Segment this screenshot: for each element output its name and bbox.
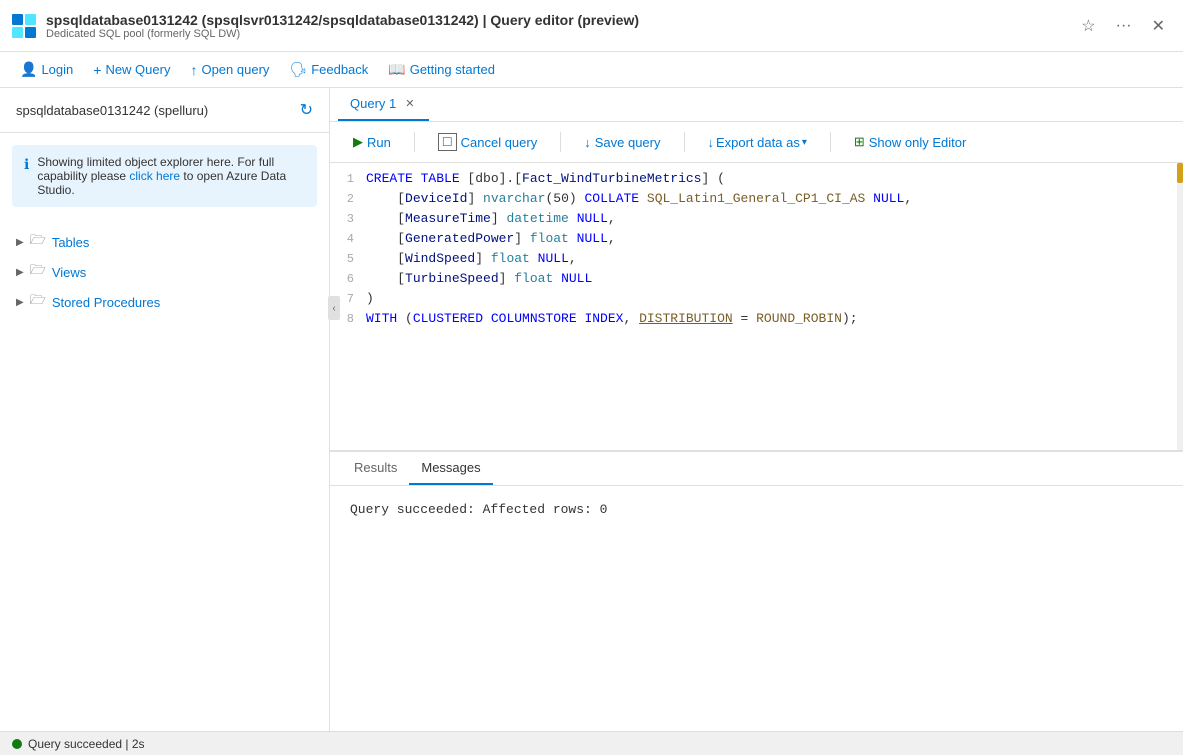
cancel-icon: ☐ <box>438 133 457 151</box>
info-text: Showing limited object explorer here. Fo… <box>37 155 305 197</box>
results-tab-messages[interactable]: Messages <box>409 452 492 485</box>
toolbar-divider-2 <box>560 132 561 152</box>
line-number-6: 6 <box>330 271 366 286</box>
stored-procedures-label: Stored Procedures <box>52 295 160 310</box>
plus-icon: + <box>93 62 101 78</box>
tables-label: Tables <box>52 235 90 250</box>
person-icon: 👤 <box>20 61 37 78</box>
book-icon: 📖 <box>388 61 405 78</box>
sidebar-db-name: spsqldatabase0131242 (spelluru) <box>16 103 208 118</box>
expand-arrow-procs: ▶ <box>16 297 24 308</box>
views-label: Views <box>52 265 86 280</box>
login-button[interactable]: 👤 Login <box>12 57 81 82</box>
toolbar-divider-1 <box>414 132 415 152</box>
line-content-4: [GeneratedPower] float NULL, <box>366 231 1183 246</box>
grid-icon: ⊞ <box>854 134 865 150</box>
code-line-3: 3 [MeasureTime] datetime NULL, <box>330 211 1183 231</box>
folder-icon-views: 🗁 <box>30 261 46 283</box>
save-query-button[interactable]: ↓ Save query <box>573 130 671 155</box>
line-number-5: 5 <box>330 251 366 266</box>
line-content-5: [WindSpeed] float NULL, <box>366 251 1183 266</box>
export-icon: ↓ <box>708 135 715 150</box>
feedback-icon: 🗣 <box>289 61 307 78</box>
code-line-8: 8 WITH (CLUSTERED COLUMNSTORE INDEX, DIS… <box>330 311 1183 331</box>
collapse-handle[interactable]: ‹ <box>328 296 340 320</box>
code-line-5: 5 [WindSpeed] float NULL, <box>330 251 1183 271</box>
sidebar-item-stored-procedures[interactable]: ▶ 🗁 Stored Procedures <box>0 287 329 317</box>
new-query-button[interactable]: + New Query <box>85 58 178 82</box>
line-content-2: [DeviceId] nvarchar(50) COLLATE SQL_Lati… <box>366 191 1183 206</box>
folder-icon-tables: 🗁 <box>30 231 46 253</box>
results-content: Query succeeded: Affected rows: 0 <box>330 486 1183 731</box>
query-toolbar: ▶ Run ☐ Cancel query ↓ Save query ↓ Expo… <box>330 122 1183 163</box>
upload-icon: ↑ <box>190 62 197 78</box>
status-bar: Query succeeded | 2s <box>0 731 1183 755</box>
line-content-8: WITH (CLUSTERED COLUMNSTORE INDEX, DISTR… <box>366 311 1183 326</box>
line-number-4: 4 <box>330 231 366 246</box>
line-content-6: [TurbineSpeed] float NULL <box>366 271 1183 286</box>
run-icon: ▶ <box>353 134 363 150</box>
line-number-1: 1 <box>330 171 366 186</box>
show-editor-button[interactable]: ⊞ Show only Editor <box>843 129 977 155</box>
line-content-1: CREATE TABLE [dbo].[Fact_WindTurbineMetr… <box>366 171 1183 186</box>
window-title: spsqldatabase0131242 (spsqlsvr0131242/sp… <box>46 12 1075 28</box>
azure-logo <box>12 14 36 38</box>
cancel-query-button[interactable]: ☐ Cancel query <box>427 128 548 156</box>
open-query-button[interactable]: ↑ Open query <box>182 58 277 82</box>
folder-icon-procs: 🗁 <box>30 291 46 313</box>
scrollbar-thumb[interactable] <box>1177 163 1183 183</box>
dropdown-arrow-icon: ▾ <box>802 137 807 148</box>
toolbar-divider-3 <box>684 132 685 152</box>
code-line-6: 6 [TurbineSpeed] float NULL <box>330 271 1183 291</box>
status-text: Query succeeded | 2s <box>28 737 145 751</box>
line-content-3: [MeasureTime] datetime NULL, <box>366 211 1183 226</box>
expand-arrow-tables: ▶ <box>16 237 24 248</box>
editor-scrollbar[interactable] <box>1177 163 1183 450</box>
info-icon: ℹ <box>24 156 29 197</box>
top-toolbar: 👤 Login + New Query ↑ Open query 🗣 Feedb… <box>0 52 1183 88</box>
code-editor[interactable]: 1 CREATE TABLE [dbo].[Fact_WindTurbineMe… <box>330 163 1183 451</box>
results-tab-results[interactable]: Results <box>342 452 409 485</box>
line-content-7: ) <box>366 291 1183 306</box>
query-tab-label: Query 1 <box>350 96 396 111</box>
success-message: Query succeeded: Affected rows: 0 <box>350 502 1163 517</box>
sidebar-item-views[interactable]: ▶ 🗁 Views <box>0 257 329 287</box>
toolbar-divider-4 <box>830 132 831 152</box>
status-dot <box>12 739 22 749</box>
close-button[interactable]: ✕ <box>1146 14 1171 38</box>
object-explorer: ▶ 🗁 Tables ▶ 🗁 Views ▶ 🗁 Stored Procedur… <box>0 219 329 325</box>
main-content: spsqldatabase0131242 (spelluru) ↻ ℹ Show… <box>0 88 1183 731</box>
title-text: spsqldatabase0131242 (spsqlsvr0131242/sp… <box>46 12 1075 40</box>
tab-close-button[interactable]: ✕ <box>402 96 417 111</box>
line-number-3: 3 <box>330 211 366 226</box>
run-button[interactable]: ▶ Run <box>342 129 402 155</box>
query-area: Query 1 ✕ ▶ Run ☐ Cancel query ↓ Save qu… <box>330 88 1183 731</box>
sidebar-header: spsqldatabase0131242 (spelluru) ↻ <box>0 88 329 133</box>
line-number-2: 2 <box>330 191 366 206</box>
feedback-button[interactable]: 🗣 Feedback <box>281 57 376 82</box>
save-icon: ↓ <box>584 135 591 150</box>
favorite-button[interactable]: ☆ <box>1075 14 1101 38</box>
query-tabs: Query 1 ✕ <box>330 88 1183 122</box>
window-subtitle: Dedicated SQL pool (formerly SQL DW) <box>46 28 1075 40</box>
results-tabs: Results Messages <box>330 452 1183 486</box>
query-tab-1[interactable]: Query 1 ✕ <box>338 88 429 121</box>
getting-started-button[interactable]: 📖 Getting started <box>380 57 503 82</box>
title-bar: spsqldatabase0131242 (spsqlsvr0131242/sp… <box>0 0 1183 52</box>
code-line-1: 1 CREATE TABLE [dbo].[Fact_WindTurbineMe… <box>330 171 1183 191</box>
sidebar: spsqldatabase0131242 (spelluru) ↻ ℹ Show… <box>0 88 330 731</box>
more-button[interactable]: ··· <box>1110 15 1138 37</box>
sidebar-item-tables[interactable]: ▶ 🗁 Tables <box>0 227 329 257</box>
code-line-7: 7 ) <box>330 291 1183 311</box>
window-actions: ☆ ··· ✕ <box>1075 14 1171 38</box>
azure-studio-link[interactable]: click here <box>129 169 180 183</box>
expand-arrow-views: ▶ <box>16 267 24 278</box>
export-data-button[interactable]: ↓ Export data as ▾ <box>697 130 818 155</box>
results-area: Results Messages Query succeeded: Affect… <box>330 451 1183 731</box>
refresh-button[interactable]: ↻ <box>300 100 313 120</box>
code-line-4: 4 [GeneratedPower] float NULL, <box>330 231 1183 251</box>
info-box: ℹ Showing limited object explorer here. … <box>12 145 317 207</box>
code-line-2: 2 [DeviceId] nvarchar(50) COLLATE SQL_La… <box>330 191 1183 211</box>
